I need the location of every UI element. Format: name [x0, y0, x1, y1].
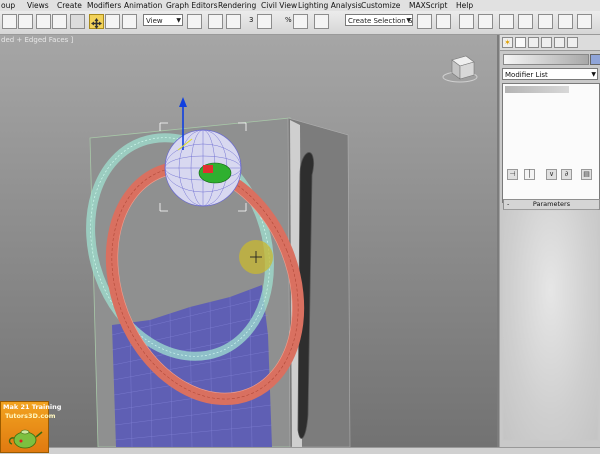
main-toolbar: View ▼ 3 % Create Selection Se ▼ — [0, 11, 600, 35]
modifier-list-label: Modifier List — [505, 71, 548, 79]
select-and-scale-icon[interactable] — [122, 14, 137, 29]
chevron-down-icon: ▼ — [176, 17, 181, 24]
pivot-center-icon[interactable] — [187, 14, 202, 29]
display-tab-icon[interactable] — [554, 37, 565, 48]
remove-modifier-icon[interactable]: ∂ — [561, 169, 572, 180]
watermark-logo: Mak 21 Training Tutors3D.com — [0, 401, 61, 453]
parameters-title: Parameters — [532, 200, 571, 208]
menu-lighting-analysis[interactable]: Lighting Analysis — [298, 0, 362, 11]
modifier-list-dropdown[interactable]: Modifier List ▼ — [502, 68, 598, 80]
selection-set-field: Create Selection Se — [348, 17, 413, 25]
percent-snap-label[interactable]: % — [285, 16, 292, 24]
select-and-move-icon[interactable] — [89, 14, 104, 29]
watermark-line2: Tutors3D.com — [5, 412, 56, 420]
curve-editor-icon[interactable] — [499, 14, 514, 29]
mirror-icon[interactable] — [417, 14, 432, 29]
teapot-icon — [8, 429, 43, 449]
spinner-snap-icon[interactable] — [293, 14, 308, 29]
menu-animation[interactable]: Animation — [124, 0, 162, 11]
align-icon[interactable] — [436, 14, 451, 29]
parameters-rollout-body — [503, 210, 598, 440]
select-object-icon[interactable] — [36, 14, 51, 29]
menu-civil-view[interactable]: Civil View — [261, 0, 297, 11]
hierarchy-tab-icon[interactable] — [528, 37, 539, 48]
select-and-manipulate-icon[interactable] — [208, 14, 223, 29]
command-panel-tabs: ✶ — [500, 35, 600, 51]
material-editor-icon[interactable] — [538, 14, 553, 29]
select-by-name-icon[interactable] — [52, 14, 67, 29]
object-name-field[interactable] — [503, 54, 589, 65]
scene-canvas — [86, 55, 478, 447]
perspective-viewport[interactable]: ded + Edged Faces ] — [0, 35, 499, 447]
chevron-down-icon: ▼ — [591, 71, 596, 78]
object-color-swatch[interactable] — [590, 54, 600, 65]
menu-views[interactable]: Views — [27, 0, 49, 11]
parameters-rollout-header[interactable]: - Parameters — [503, 199, 600, 210]
menu-modifiers[interactable]: Modifiers — [87, 0, 121, 11]
modifier-stack[interactable] — [502, 83, 600, 203]
make-unique-icon[interactable]: ∨ — [546, 169, 557, 180]
menu-rendering[interactable]: Rendering — [218, 0, 256, 11]
configure-modifier-sets-icon[interactable]: ▤ — [581, 169, 592, 180]
select-link-icon[interactable] — [18, 14, 33, 29]
menu-graph-editors[interactable]: Graph Editors — [166, 0, 218, 11]
menu-maxscript[interactable]: MAXScript — [409, 0, 448, 11]
selection-set-dropdown[interactable]: Create Selection Se ▼ — [345, 14, 413, 26]
schematic-view-icon[interactable] — [518, 14, 533, 29]
chevron-down-icon: ▼ — [406, 17, 411, 24]
command-panel: ✶ Modifier List ▼ - Parameters — [499, 35, 600, 447]
show-end-result-icon[interactable]: │ — [524, 169, 535, 180]
rectangular-selection-icon[interactable] — [70, 14, 85, 29]
graphite-ribbon-icon[interactable] — [478, 14, 493, 29]
menu-create[interactable]: Create — [57, 0, 82, 11]
snap-toggle-label[interactable]: 3 — [249, 16, 253, 24]
render-setup-icon[interactable] — [558, 14, 573, 29]
keyboard-shortcut-override-icon[interactable] — [226, 14, 241, 29]
render-frame-icon[interactable] — [577, 14, 592, 29]
undo-icon[interactable] — [2, 14, 17, 29]
utilities-tab-icon[interactable] — [567, 37, 578, 48]
modifier-stack-item[interactable] — [505, 86, 569, 93]
menu-group[interactable]: oup — [1, 0, 15, 11]
collapse-icon: - — [507, 200, 510, 208]
pin-stack-icon[interactable]: ⊣ — [507, 169, 518, 180]
motion-tab-icon[interactable] — [541, 37, 552, 48]
reference-coordinate-dropdown[interactable]: View ▼ — [143, 14, 183, 26]
menu-help[interactable]: Help — [456, 0, 473, 11]
stack-tools: ⊣ │ ∨ ∂ ▤ — [499, 168, 600, 182]
angle-snap-icon[interactable] — [257, 14, 272, 29]
layer-manager-icon[interactable] — [459, 14, 474, 29]
viewcube-icon[interactable] — [442, 55, 478, 83]
modify-tab-icon[interactable] — [515, 37, 526, 48]
create-tab-icon[interactable]: ✶ — [502, 37, 513, 48]
watermark-line1: Mak 21 Training — [3, 403, 62, 411]
reference-coordinate-value: View — [146, 17, 163, 25]
menu-customize[interactable]: Customize — [361, 0, 400, 11]
select-and-rotate-icon[interactable] — [105, 14, 120, 29]
edit-named-selection-icon[interactable] — [314, 14, 329, 29]
